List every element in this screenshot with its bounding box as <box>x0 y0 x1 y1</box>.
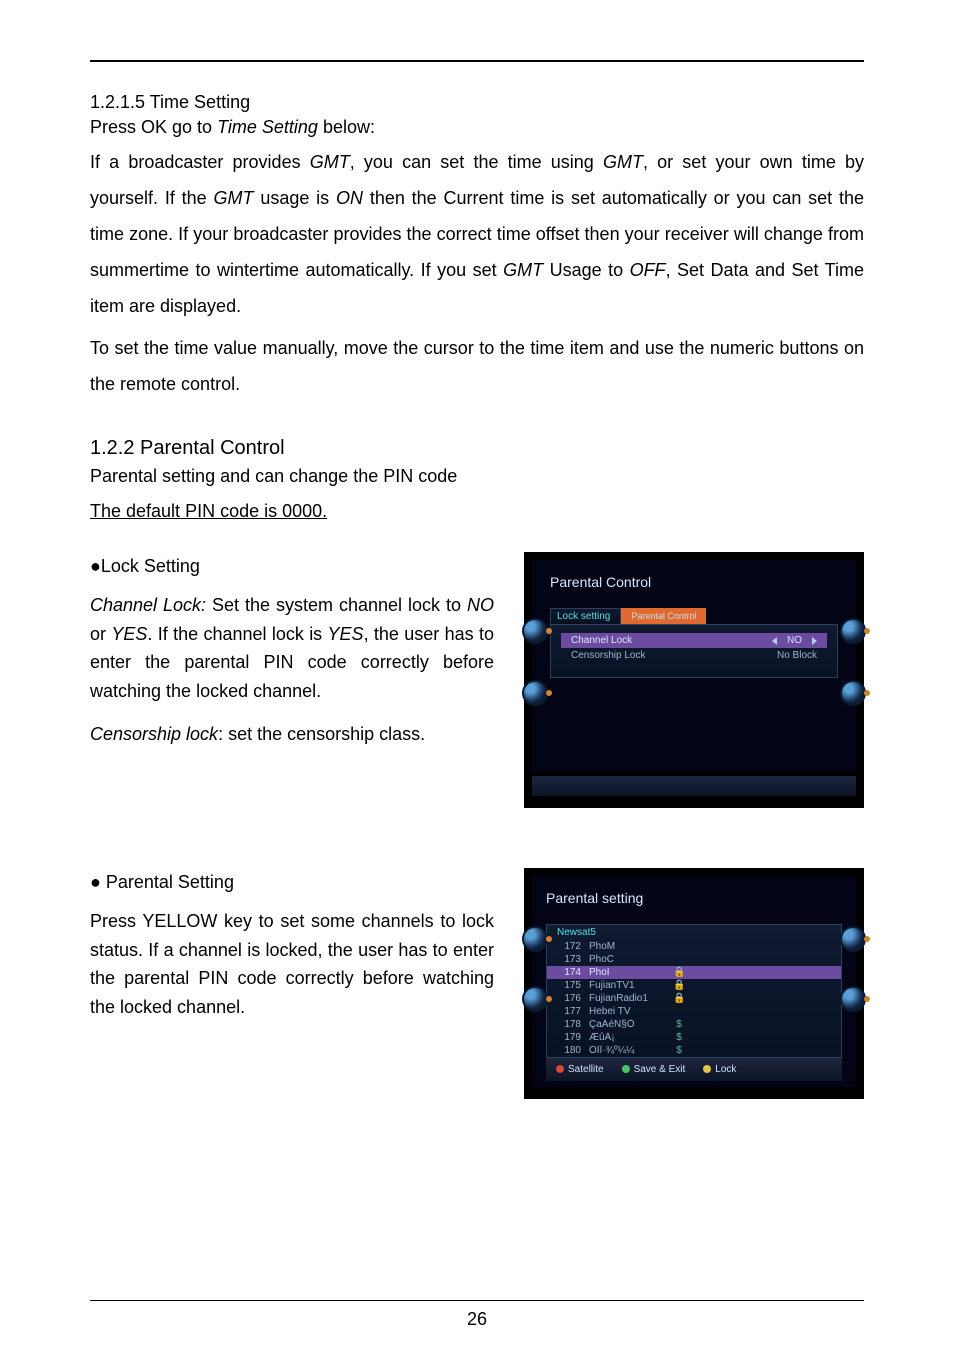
lock-icon: 🔒 <box>673 980 685 991</box>
reel-icon <box>522 618 548 644</box>
arrow-left-icon[interactable] <box>772 637 777 645</box>
row-censorship-lock[interactable]: Censorship Lock No Block <box>561 648 827 663</box>
channel-name: ÇaÁéÑ§Ö <box>589 1019 665 1030</box>
subline-parental: Parental setting and can change the PIN … <box>90 466 864 487</box>
text-em: NO <box>467 595 494 615</box>
screenshot-parental-control: Parental Control Lock setting Parental C… <box>524 552 864 808</box>
text-em: GMT <box>310 152 350 172</box>
channel-name: PhoM <box>589 941 665 952</box>
dialog-title: Parental Control <box>550 574 838 590</box>
text-em: Channel Lock: <box>90 595 206 615</box>
screenshot-parental-setting: Parental setting Newsat5 172PhoM173PhoC1… <box>524 868 864 1099</box>
channel-number: 177 <box>557 1006 581 1017</box>
reel-icon <box>840 986 866 1012</box>
dollar-icon: $ <box>673 1045 685 1056</box>
text-em: GMT <box>603 152 643 172</box>
text: or <box>90 624 111 644</box>
text: Set the system channel lock to <box>206 595 467 615</box>
legend-satellite: Satellite <box>556 1064 604 1075</box>
text-em: ON <box>336 188 363 208</box>
text-em: YES <box>111 624 147 644</box>
dialog-title: Parental setting <box>546 890 842 906</box>
legend-save-exit: Save & Exit <box>622 1064 686 1075</box>
channel-number: 172 <box>557 941 581 952</box>
arrow-right-icon[interactable] <box>812 637 817 645</box>
row-channel-lock[interactable]: Channel Lock NO <box>561 633 827 648</box>
channel-row[interactable]: 180 ÓÎÏ·¾º¼¼ $ <box>547 1044 841 1057</box>
value: NO <box>787 635 802 646</box>
default-pin: The default PIN code is 0000. <box>90 501 864 522</box>
text-em: GMT <box>503 260 543 280</box>
channel-row[interactable]: 178 ÇaÁéÑ§Ö $ <box>547 1018 841 1031</box>
heading-time-setting: 1.2.1.5 Time Setting <box>90 92 864 113</box>
reel-icon <box>522 926 548 952</box>
channel-name: PhoC <box>589 954 665 965</box>
paragraph-manual-time: To set the time value manually, move the… <box>90 330 864 402</box>
channel-row[interactable]: 173 PhoC <box>547 953 841 966</box>
reel-icon <box>840 926 866 952</box>
paragraph-censorship-lock: Censorship lock: set the censorship clas… <box>90 720 494 749</box>
channel-number: 180 <box>557 1045 581 1056</box>
channel-row[interactable]: 176 FujianRadio1 🔒 <box>547 992 841 1005</box>
tab-lock-setting[interactable]: Lock setting <box>550 608 621 624</box>
label: Censorship Lock <box>571 650 645 661</box>
text-em: OFF <box>630 260 666 280</box>
channel-row[interactable]: 175 FujianTV1 🔒 <box>547 979 841 992</box>
lock-icon: 🔒 <box>673 993 685 1004</box>
heading-lock-setting: ●Lock Setting <box>90 552 494 581</box>
lock-icon: 🔒 <box>673 967 685 978</box>
subline-press-ok: Press OK go to Time Setting below: <box>90 117 864 138</box>
tab-parental-control[interactable]: Parental Control <box>621 608 706 624</box>
text: , you can set the time using <box>350 152 603 172</box>
text-em: Censorship lock <box>90 724 218 744</box>
text-em: YES <box>328 624 364 644</box>
satellite-name: Newsat5 <box>547 925 841 940</box>
reel-icon <box>840 680 866 706</box>
text: . If the channel lock is <box>147 624 327 644</box>
text: below: <box>318 117 375 137</box>
reel-icon <box>522 680 548 706</box>
dollar-icon: $ <box>673 1032 685 1043</box>
channel-row[interactable]: 172 PhoM <box>547 940 841 953</box>
reel-icon <box>840 618 866 644</box>
channel-name: FujianTV1 <box>589 980 665 991</box>
text: : set the censorship class. <box>218 724 425 744</box>
channel-row[interactable]: 174 PhoI 🔒 <box>547 966 841 979</box>
channel-name: FujianRadio1 <box>589 993 665 1004</box>
channel-row[interactable]: 179 ÆûÂ¡ $ <box>547 1031 841 1044</box>
dollar-icon: $ <box>673 1019 685 1030</box>
channel-name: Hebei TV <box>589 1006 665 1017</box>
status-bar <box>532 776 856 796</box>
channel-row[interactable]: 177 Hebei TV <box>547 1005 841 1018</box>
text: Usage to <box>543 260 629 280</box>
channel-name: ÆûÂ¡ <box>589 1032 665 1043</box>
text: usage is <box>254 188 337 208</box>
page-number: 26 <box>90 1300 864 1330</box>
text: If a broadcaster provides <box>90 152 310 172</box>
channel-name: PhoI <box>589 967 665 978</box>
value: No Block <box>777 650 817 661</box>
channel-number: 179 <box>557 1032 581 1043</box>
reel-icon <box>522 986 548 1012</box>
channel-number: 178 <box>557 1019 581 1030</box>
channel-number: 174 <box>557 967 581 978</box>
heading-parental-setting: ● Parental Setting <box>90 868 494 897</box>
paragraph-gmt-explain: If a broadcaster provides GMT, you can s… <box>90 144 864 324</box>
text: Press OK go to <box>90 117 217 137</box>
text-em: Time Setting <box>217 117 318 137</box>
paragraph-parental-setting: Press YELLOW key to set some channels to… <box>90 907 494 1022</box>
text-em: GMT <box>214 188 254 208</box>
legend-bar: Satellite Save & Exit Lock <box>546 1058 842 1081</box>
label: Channel Lock <box>571 635 632 646</box>
heading-parental-control: 1.2.2 Parental Control <box>90 437 864 460</box>
channel-number: 175 <box>557 980 581 991</box>
channel-name: ÓÎÏ·¾º¼¼ <box>589 1045 665 1056</box>
legend-lock: Lock <box>703 1064 736 1075</box>
channel-number: 173 <box>557 954 581 965</box>
paragraph-channel-lock: Channel Lock: Set the system channel loc… <box>90 591 494 706</box>
channel-number: 176 <box>557 993 581 1004</box>
